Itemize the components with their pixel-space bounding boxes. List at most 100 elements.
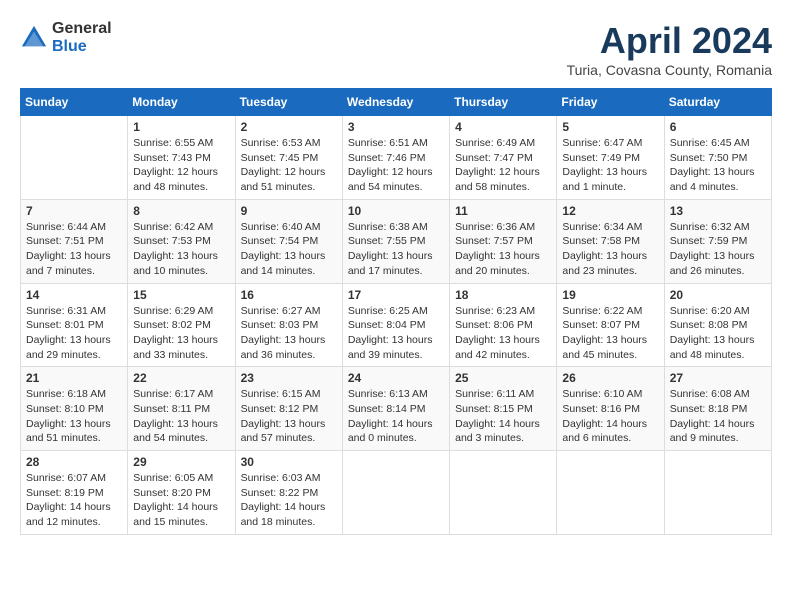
day-number: 2 xyxy=(241,120,337,134)
calendar-cell: 8Sunrise: 6:42 AM Sunset: 7:53 PM Daylig… xyxy=(128,199,235,283)
day-number: 23 xyxy=(241,371,337,385)
day-info: Sunrise: 6:31 AM Sunset: 8:01 PM Dayligh… xyxy=(26,304,122,363)
calendar-table: SundayMondayTuesdayWednesdayThursdayFrid… xyxy=(20,88,772,535)
calendar-week-5: 28 Sunrise: 6:07 AM Sunset: 8:19 PM Dayli… xyxy=(21,451,772,535)
day-info: Sunrise: 6:05 AM Sunset: 8:20 PM Dayligh… xyxy=(133,471,229,530)
calendar-cell: 19 Sunrise: 6:22 AM Sunset: 8:07 PM Dayli… xyxy=(557,283,664,367)
day-number: 7 xyxy=(26,204,122,218)
day-number: 12 xyxy=(562,204,658,218)
day-number: 1 xyxy=(133,120,229,134)
calendar-cell: 25Sunrise: 6:11 AM Sunset: 8:15 PM Dayli… xyxy=(450,367,557,451)
day-info: Sunrise: 6:03 AM Sunset: 8:22 PM Dayligh… xyxy=(241,471,337,530)
day-info: Sunrise: 6:45 AM Sunset: 7:50 PM Dayligh… xyxy=(670,136,766,195)
calendar-cell: 5 Sunrise: 6:47 AM Sunset: 7:49 PM Daylig… xyxy=(557,116,664,200)
calendar-cell xyxy=(664,451,771,535)
calendar-header-tuesday: Tuesday xyxy=(235,89,342,116)
day-number: 19 xyxy=(562,288,658,302)
calendar-cell: 1 Sunrise: 6:55 AM Sunset: 7:43 PM Daylig… xyxy=(128,116,235,200)
day-info: Sunrise: 6:29 AM Sunset: 8:02 PM Dayligh… xyxy=(133,304,229,363)
day-info: Sunrise: 6:53 AM Sunset: 7:45 PM Dayligh… xyxy=(241,136,337,195)
calendar-week-4: 21 Sunrise: 6:18 AM Sunset: 8:10 PM Dayli… xyxy=(21,367,772,451)
calendar-cell: 10Sunrise: 6:38 AM Sunset: 7:55 PM Dayli… xyxy=(342,199,449,283)
calendar-cell: 7 Sunrise: 6:44 AM Sunset: 7:51 PM Daylig… xyxy=(21,199,128,283)
calendar-header-friday: Friday xyxy=(557,89,664,116)
logo: General Blue xyxy=(20,20,112,55)
day-number: 4 xyxy=(455,120,551,134)
calendar-cell: 22 Sunrise: 6:17 AM Sunset: 8:11 PM Dayli… xyxy=(128,367,235,451)
day-info: Sunrise: 6:18 AM Sunset: 8:10 PM Dayligh… xyxy=(26,387,122,446)
calendar-cell: 29 Sunrise: 6:05 AM Sunset: 8:20 PM Dayli… xyxy=(128,451,235,535)
day-info: Sunrise: 6:27 AM Sunset: 8:03 PM Dayligh… xyxy=(241,304,337,363)
day-number: 21 xyxy=(26,371,122,385)
page-header: General Blue April 2024 Turia, Covasna C… xyxy=(20,20,772,78)
calendar-cell xyxy=(557,451,664,535)
day-number: 3 xyxy=(348,120,444,134)
day-info: Sunrise: 6:07 AM Sunset: 8:19 PM Dayligh… xyxy=(26,471,122,530)
calendar-header-monday: Monday xyxy=(128,89,235,116)
calendar-cell: 23 Sunrise: 6:15 AM Sunset: 8:12 PM Dayli… xyxy=(235,367,342,451)
calendar-cell: 12 Sunrise: 6:34 AM Sunset: 7:58 PM Dayli… xyxy=(557,199,664,283)
calendar-cell: 21 Sunrise: 6:18 AM Sunset: 8:10 PM Dayli… xyxy=(21,367,128,451)
calendar-cell: 13Sunrise: 6:32 AM Sunset: 7:59 PM Dayli… xyxy=(664,199,771,283)
day-info: Sunrise: 6:44 AM Sunset: 7:51 PM Dayligh… xyxy=(26,220,122,279)
day-info: Sunrise: 6:20 AM Sunset: 8:08 PM Dayligh… xyxy=(670,304,766,363)
calendar-cell: 4Sunrise: 6:49 AM Sunset: 7:47 PM Daylig… xyxy=(450,116,557,200)
location: Turia, Covasna County, Romania xyxy=(567,62,772,78)
calendar-week-1: 1 Sunrise: 6:55 AM Sunset: 7:43 PM Daylig… xyxy=(21,116,772,200)
day-number: 28 xyxy=(26,455,122,469)
day-number: 8 xyxy=(133,204,229,218)
calendar-cell: 3Sunrise: 6:51 AM Sunset: 7:46 PM Daylig… xyxy=(342,116,449,200)
day-number: 15 xyxy=(133,288,229,302)
calendar-cell: 9Sunrise: 6:40 AM Sunset: 7:54 PM Daylig… xyxy=(235,199,342,283)
day-info: Sunrise: 6:47 AM Sunset: 7:49 PM Dayligh… xyxy=(562,136,658,195)
logo-blue: Blue xyxy=(52,38,112,56)
day-info: Sunrise: 6:10 AM Sunset: 8:16 PM Dayligh… xyxy=(562,387,658,446)
day-info: Sunrise: 6:40 AM Sunset: 7:54 PM Dayligh… xyxy=(241,220,337,279)
calendar-cell: 16 Sunrise: 6:27 AM Sunset: 8:03 PM Dayli… xyxy=(235,283,342,367)
day-info: Sunrise: 6:23 AM Sunset: 8:06 PM Dayligh… xyxy=(455,304,551,363)
day-number: 5 xyxy=(562,120,658,134)
calendar-cell xyxy=(450,451,557,535)
day-number: 20 xyxy=(670,288,766,302)
day-info: Sunrise: 6:17 AM Sunset: 8:11 PM Dayligh… xyxy=(133,387,229,446)
calendar-cell: 17 Sunrise: 6:25 AM Sunset: 8:04 PM Dayli… xyxy=(342,283,449,367)
day-number: 25 xyxy=(455,371,551,385)
calendar-cell: 6 Sunrise: 6:45 AM Sunset: 7:50 PM Daylig… xyxy=(664,116,771,200)
day-number: 13 xyxy=(670,204,766,218)
title-block: April 2024 Turia, Covasna County, Romani… xyxy=(567,20,772,78)
day-info: Sunrise: 6:22 AM Sunset: 8:07 PM Dayligh… xyxy=(562,304,658,363)
calendar-cell: 15 Sunrise: 6:29 AM Sunset: 8:02 PM Dayli… xyxy=(128,283,235,367)
calendar-week-3: 14 Sunrise: 6:31 AM Sunset: 8:01 PM Dayli… xyxy=(21,283,772,367)
day-info: Sunrise: 6:36 AM Sunset: 7:57 PM Dayligh… xyxy=(455,220,551,279)
logo-text: General Blue xyxy=(52,20,112,55)
day-number: 26 xyxy=(562,371,658,385)
day-info: Sunrise: 6:55 AM Sunset: 7:43 PM Dayligh… xyxy=(133,136,229,195)
day-number: 16 xyxy=(241,288,337,302)
day-info: Sunrise: 6:08 AM Sunset: 8:18 PM Dayligh… xyxy=(670,387,766,446)
day-info: Sunrise: 6:25 AM Sunset: 8:04 PM Dayligh… xyxy=(348,304,444,363)
calendar-cell: 24 Sunrise: 6:13 AM Sunset: 8:14 PM Dayli… xyxy=(342,367,449,451)
calendar-header-wednesday: Wednesday xyxy=(342,89,449,116)
month-title: April 2024 xyxy=(567,20,772,62)
day-info: Sunrise: 6:15 AM Sunset: 8:12 PM Dayligh… xyxy=(241,387,337,446)
day-info: Sunrise: 6:34 AM Sunset: 7:58 PM Dayligh… xyxy=(562,220,658,279)
calendar-week-2: 7 Sunrise: 6:44 AM Sunset: 7:51 PM Daylig… xyxy=(21,199,772,283)
day-number: 22 xyxy=(133,371,229,385)
day-number: 27 xyxy=(670,371,766,385)
day-number: 17 xyxy=(348,288,444,302)
day-number: 11 xyxy=(455,204,551,218)
calendar-cell: 26 Sunrise: 6:10 AM Sunset: 8:16 PM Dayli… xyxy=(557,367,664,451)
calendar-header-sunday: Sunday xyxy=(21,89,128,116)
calendar-cell: 30Sunrise: 6:03 AM Sunset: 8:22 PM Dayli… xyxy=(235,451,342,535)
calendar-cell: 18 Sunrise: 6:23 AM Sunset: 8:06 PM Dayli… xyxy=(450,283,557,367)
calendar-cell: 28 Sunrise: 6:07 AM Sunset: 8:19 PM Dayli… xyxy=(21,451,128,535)
day-info: Sunrise: 6:13 AM Sunset: 8:14 PM Dayligh… xyxy=(348,387,444,446)
day-number: 29 xyxy=(133,455,229,469)
day-number: 6 xyxy=(670,120,766,134)
day-number: 14 xyxy=(26,288,122,302)
calendar-cell xyxy=(21,116,128,200)
day-number: 18 xyxy=(455,288,551,302)
logo-general: General xyxy=(52,20,112,38)
calendar-cell: 27 Sunrise: 6:08 AM Sunset: 8:18 PM Dayli… xyxy=(664,367,771,451)
day-number: 24 xyxy=(348,371,444,385)
